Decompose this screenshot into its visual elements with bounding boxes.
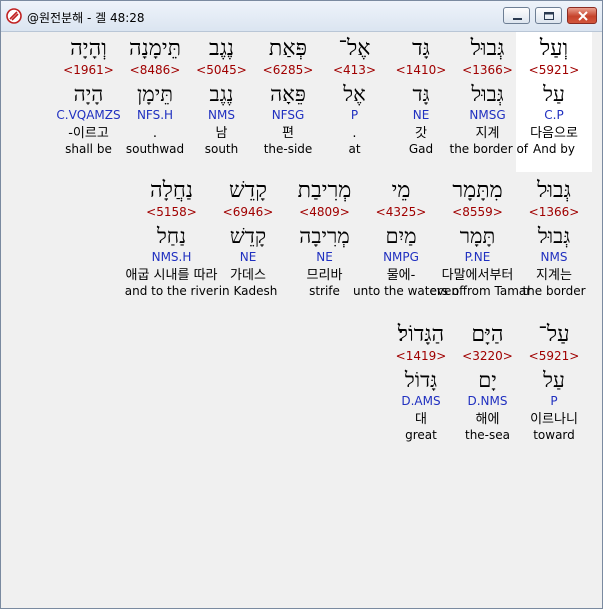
korean-gloss: 갓 [415, 126, 427, 141]
word-block[interactable]: הַיָּם <3220> יָם D.NMS 해에 the-sea [450, 318, 526, 458]
morphology-code: NFSG [271, 108, 305, 122]
word-block[interactable]: אֶל־ <413> אֶל P. at [317, 32, 393, 172]
hebrew-word: אֶל־ [338, 36, 371, 61]
english-gloss: at [348, 142, 361, 156]
korean-gloss: 다음으로 [530, 126, 578, 141]
strong-number: <1961> [63, 63, 114, 77]
minimize-button[interactable] [503, 7, 530, 24]
window-title: @원전분해 - 겔 48:28 [27, 11, 145, 25]
korean-gloss: 남 [215, 126, 228, 141]
word-block[interactable]: תֵּימָנָה <8486> תֵּימָן NFS.H. southwad [117, 32, 193, 172]
lexical-form: גָּדוֹל [404, 368, 438, 392]
strong-number: <6285> [262, 63, 314, 77]
hebrew-word: גָּד [412, 36, 430, 61]
morphology-code: C.P [544, 108, 564, 122]
morphology-code: NFS.H [136, 108, 174, 122]
morphology-code: C.VQAMZS [56, 108, 121, 122]
lexical-form: גָּד [412, 82, 430, 106]
korean-gloss: 편 [282, 126, 294, 141]
korean-gloss: 해에 [475, 412, 500, 427]
hebrew-word: עַל־ [538, 322, 570, 347]
lexical-form: פֵּאָה [270, 82, 306, 106]
hebrew-word: פְּאַת [268, 36, 308, 61]
minimize-icon [513, 18, 522, 20]
app-icon [6, 8, 22, 24]
strong-number: <5045> [196, 63, 247, 77]
strong-number: <5921> [528, 63, 580, 77]
close-button[interactable] [567, 7, 597, 24]
korean-gloss: 대 [415, 412, 427, 427]
korean-gloss: 애굽 시내를 따라 [125, 268, 218, 283]
hebrew-word: הַיָּם [471, 322, 504, 347]
lexical-form: יָם [478, 368, 497, 392]
english-gloss: southwad [125, 142, 185, 156]
english-gloss: the-sea [464, 428, 510, 442]
word-block[interactable]: נַחֲלָה <5158> נַחַל NMS.H 애굽 시내를 따라 and to t… [124, 174, 220, 314]
strong-number: <1419> [395, 349, 447, 363]
lexical-form: עַל [543, 368, 565, 392]
morphology-code: NMSG [469, 108, 506, 122]
korean-gloss: . [352, 126, 357, 141]
word-block[interactable]: פְּאַת <6285> פֵּאָה NFSG 편 the-side [250, 32, 326, 172]
hebrew-word: נֶגֶב [208, 36, 235, 61]
lexical-form: הָיָה [73, 82, 104, 106]
lexical-form: נַחַל [156, 224, 187, 248]
word-block[interactable]: גָּד <1410> גָּד NE 갓 Gad [383, 32, 459, 172]
morphology-code: NMS.H [151, 250, 192, 264]
morphology-code: D.NMS [467, 394, 508, 408]
maximize-button[interactable] [535, 7, 562, 24]
lexical-form: תֵּימָן [136, 82, 174, 106]
morphology-code: D.AMS [401, 394, 441, 408]
english-gloss: great [405, 428, 437, 442]
korean-gloss: . [152, 126, 158, 141]
morphology-code: NE [412, 108, 430, 122]
strong-number: <5158> [146, 205, 197, 219]
korean-gloss: 지계 [475, 126, 500, 141]
word-block[interactable]: נֶגֶב <5045> נֶגֶב NMS 남 south [184, 32, 260, 172]
hebrew-word: תֵּימָנָה [128, 36, 182, 61]
title-bar[interactable]: @원전분해 - 겔 48:28 [1, 1, 602, 32]
word-block[interactable]: וְהָיָה <1961> הָיָה C.VQAMZS -이르고 shall be [51, 32, 127, 172]
english-gloss: south [204, 142, 239, 156]
word-block[interactable]: הַגָּדוֹל׃ <1419> גָּדוֹל D.AMS 대 great [383, 318, 459, 458]
hebrew-word: גְּבוּל [470, 36, 505, 61]
lexical-form: גְּבוּל [471, 82, 504, 106]
strong-number: <1366> [462, 63, 513, 77]
english-gloss: the border of [449, 142, 529, 156]
app-window: @원전분해 - 겔 48:28 וְעַל <5921> עַל C.P 다음으로 And… [0, 0, 603, 609]
morphology-code: P [550, 394, 558, 408]
hebrew-word: וְהָיָה [70, 36, 107, 61]
word-block[interactable]: עַל־ <5921> עַל P 이르나니 toward [516, 318, 592, 458]
maximize-icon [544, 12, 554, 20]
interlinear-panel: וְעַל <5921> עַל C.P 다음으로 And by גְּבוּל <1366>… [5, 32, 597, 603]
morphology-code: P [350, 108, 359, 122]
english-gloss: the-side [263, 142, 313, 156]
strong-number: <1410> [395, 63, 447, 77]
morphology-code: NMS [208, 108, 235, 122]
strong-number: <5921> [528, 349, 580, 363]
strong-number: <8486> [129, 63, 181, 77]
strong-number: <3220> [462, 349, 513, 363]
lexical-form: אֶל [343, 82, 366, 106]
strong-number: <413> [332, 63, 376, 77]
english-gloss: toward [533, 428, 575, 442]
word-block[interactable]: גְּבוּל <1366> גְּבוּל NMSG 지계 the border of [449, 32, 529, 172]
close-icon [578, 11, 588, 21]
lexical-form: נֶגֶב [209, 82, 234, 106]
english-gloss: and to the river [124, 284, 219, 298]
english-gloss: shall be [65, 142, 112, 156]
lexical-form: עַל [543, 82, 565, 106]
korean-gloss: 이르나니 [530, 412, 578, 427]
english-gloss: Gad [408, 142, 434, 156]
korean-gloss: -이르고 [68, 126, 109, 141]
hebrew-word: וְעַל [539, 36, 569, 61]
hebrew-word: הַגָּדוֹל׃ [397, 322, 445, 347]
hebrew-word: נַחֲלָה [149, 178, 194, 203]
